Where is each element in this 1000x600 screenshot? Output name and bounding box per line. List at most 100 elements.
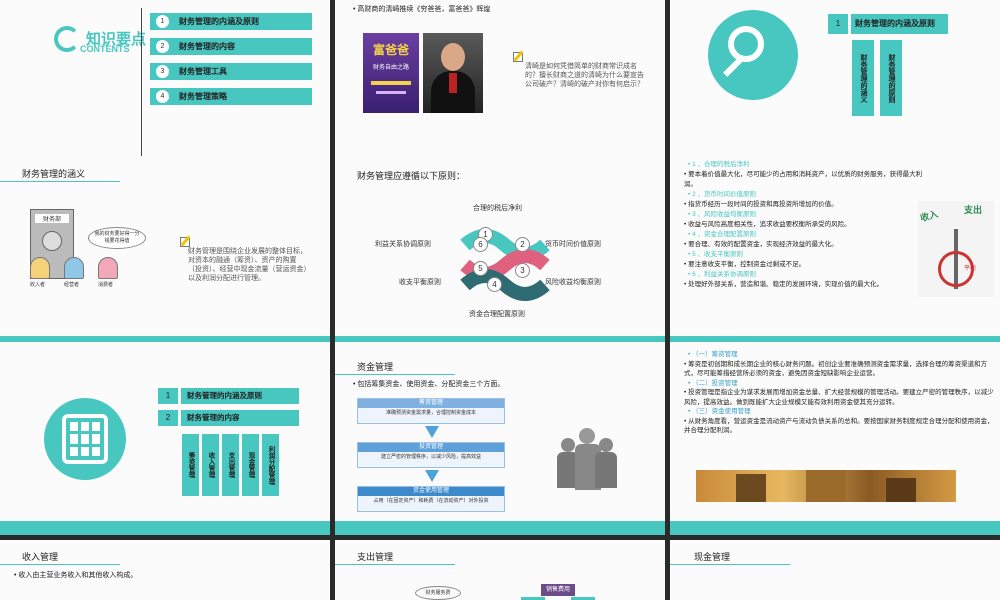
person-label: 消费者	[98, 282, 114, 288]
line-text: 2 、货币时间价值原则	[692, 191, 757, 198]
line-text: 要注意收支平衡，控制资金过剩或不足。	[688, 261, 806, 268]
section-number: 1	[158, 388, 178, 404]
sub-col-principles[interactable]: 财务管理的原则	[880, 40, 902, 116]
slide-fund-management[interactable]: 资金管理 • 包括筹集资金、使用资金、分配资金三个方面。 筹资管理 准确预测资金需…	[335, 342, 665, 535]
section-number: 1	[828, 14, 848, 34]
book-subtitle: 财务自由之路	[372, 65, 409, 71]
slide-title: 财务管理的涵义	[22, 169, 86, 179]
principle-heading: • 4 、资金合理配置原则	[688, 231, 757, 238]
contents-item[interactable]: 3 财务管理工具	[150, 63, 312, 80]
slide-section-2[interactable]: 1 财务管理的内涵及原则 2 财务管理的内容筹资管理 收入管理 支出管理 现金管理 利润分配管…	[0, 342, 330, 535]
city-photo	[696, 470, 956, 502]
line-text: 1 、合理的税后净利	[692, 161, 750, 168]
contents-item[interactable]: 1 财务管理的内涵及原则	[150, 13, 312, 30]
title-underline	[335, 374, 455, 375]
slide-title: 现金管理	[694, 552, 731, 562]
principle-label: 货币时间价值原则	[545, 241, 601, 248]
flow-box-body: 占用（在固定资产）和耗费（在流动资产）对外投资	[373, 498, 489, 504]
principle-number: 6	[473, 237, 488, 252]
principle-heading: • 1 、合理的税后净利	[688, 161, 750, 168]
bullet-text: 收入由主营业务收入和其他收入构成。	[18, 572, 138, 579]
people-figures-image	[557, 420, 617, 490]
note-icon	[180, 235, 191, 247]
bullet-text: 高财商的清崎推续《穷爸爸，富爸爸》辉煌	[357, 6, 491, 13]
fund-heading: • （二）投资管理	[688, 379, 738, 387]
principle-label: 收支平衡原则	[399, 279, 441, 286]
slide-fund-detail[interactable]: • （一）筹资管理 • 筹资是初创期和成长期企业的核心财务问题。初创企业要准确预测…	[670, 342, 1000, 535]
line-text: 6 、利益关系协调原则	[692, 271, 757, 278]
principle-label: 风险收益均衡原则	[545, 279, 601, 286]
principle-text: • 要注意收支平衡，控制资金过剩或不足。	[684, 261, 806, 268]
sub-col-meaning[interactable]: 财务管理的涵义	[852, 40, 874, 116]
line-text: 3 、风险收益均衡原则	[692, 211, 757, 218]
contents-item[interactable]: 2 财务管理的内容	[150, 38, 312, 55]
search-icon	[708, 10, 798, 100]
slide-bullet: • 收入由主营业务收入和其他收入构成。	[14, 572, 138, 579]
slide-principles-diagram[interactable]: 财务管理应遵循以下原则： 1 合理的税后净利 2 货币时间价值原则 3 风险收益均衡原则 4…	[335, 157, 665, 350]
flow-box-body: 建立严密的管理秩序，以减少风险，提高效益	[380, 454, 481, 460]
contents-divider	[141, 8, 142, 156]
person-label: 收入者	[30, 282, 46, 288]
section-title[interactable]: 财务管理的内涵及原则	[181, 388, 299, 404]
principle-heading: • 2 、货币时间价值原则	[688, 191, 757, 198]
slide-title: 支出管理	[357, 552, 394, 562]
flow-box-heading: 投资管理	[358, 443, 504, 452]
principle-heading: • 6 、利益关系协调原则	[688, 271, 757, 278]
line-text: 投资管理是指企业为谋求发展而增加资金总量、扩大经营规模的管理活动。要建立严密的管…	[684, 389, 994, 406]
expense-label: 支出	[964, 205, 983, 215]
section-title[interactable]: 财务管理的内容	[181, 410, 299, 426]
content-column[interactable]: 利润分配管理	[262, 434, 279, 496]
content-column[interactable]: 筹资管理	[182, 434, 199, 496]
line-text: 4 、资金合理配置原则	[692, 231, 757, 238]
principle-text: • 指货币经历一段时间的投资和再投资所增加的价值。	[684, 201, 838, 208]
content-column[interactable]: 支出管理	[222, 434, 239, 496]
flow-box-heading: 资金使用管理	[358, 487, 504, 496]
fund-text: • 筹资是初创期和成长期企业的核心财务问题。初创企业要准确预测资金需求量，选择合…	[684, 360, 988, 378]
item-label: 财务管理策略	[179, 92, 227, 101]
logo-subtitle: CONTENTS	[80, 44, 130, 54]
cartoon-person	[30, 257, 50, 279]
bullet-text: 包括筹集资金、使用资金、分配资金三个方面。	[357, 381, 505, 388]
principle-text: • 要本着价值最大化，尽可能少的占用和消耗资产，以优质的财务服务，获得最大利润。	[684, 171, 923, 188]
title-underline	[0, 564, 120, 565]
flow-box: 筹资管理 准确预测资金需求量，合理控制资金成本	[357, 398, 505, 424]
item-number: 2	[156, 40, 169, 53]
slide-expense[interactable]: 支出管理 财务服务费 销售费用	[335, 540, 665, 600]
contents-logo: 知识要点 CONTENTS	[54, 26, 146, 56]
slide-cash[interactable]: 现金管理	[670, 540, 1000, 600]
title-underline	[670, 564, 790, 565]
income-label: 收入	[919, 208, 940, 224]
expense-node: 销售费用	[541, 584, 575, 596]
line-text: 要本着价值最大化，尽可能少的占用和消耗资产，以优质的财务服务，获得最大利润。	[684, 171, 923, 188]
slide-meaning[interactable]: 财务管理的涵义 财务部 我的财务要好得一分钱要花得值 收入者 经营者 消费者 财务管…	[0, 157, 330, 350]
book-title: 富爸爸	[372, 43, 409, 57]
principle-label: 合理的税后净利	[473, 205, 522, 212]
line-text: 指货币经历一段时间的投资和再投资所增加的价值。	[688, 201, 838, 208]
cartoon-bubble: 财务服务费	[415, 586, 461, 600]
bottom-band	[335, 521, 665, 535]
slide-income[interactable]: 收入管理 • 收入由主营业务收入和其他收入构成。	[0, 540, 330, 600]
principle-heading: • 3 、风险收益均衡原则	[688, 211, 757, 218]
line-text: 从财务角度看，营运资金是流动资产与流动负债关系的总和。要按国家财务制度规定合理分…	[684, 417, 994, 435]
contents-item[interactable]: 4 财务管理策略	[150, 88, 312, 105]
down-arrow-icon	[425, 426, 439, 438]
balance-scale-image: 收入 支出 平衡	[918, 201, 994, 297]
principle-text: • 要合理、有效的配置资金，实现经济效益的最大化。	[684, 241, 838, 248]
bottom-band	[670, 521, 1000, 535]
slide-principles-detail[interactable]: • 1 、合理的税后净利 • 要本着价值最大化，尽可能少的占用和消耗资产，以优质的…	[670, 157, 1000, 350]
content-column[interactable]: 收入管理	[202, 434, 219, 496]
author-photo	[423, 33, 483, 113]
section-number: 2	[158, 410, 178, 426]
meaning-text: 财务管理是围绕企业发展的整体目标，对资本的融通（筹资）、资产的购置（投资）、经营…	[188, 248, 307, 282]
balance-label: 平衡	[964, 266, 977, 272]
principle-heading: • 5 、收支平衡原则	[688, 251, 744, 258]
content-column[interactable]: 现金管理	[242, 434, 259, 496]
line-text: 筹资是初创期和成长期企业的核心财务问题。初创企业要准确预测资金需求量，选择合理的…	[684, 360, 988, 378]
note-icon	[513, 50, 524, 62]
cartoon-person	[64, 257, 84, 279]
line-text: 收益与风险高度相关性，追求收益要权衡所承受的风险。	[688, 221, 851, 228]
item-label: 财务管理的内涵及原则	[179, 17, 259, 26]
slide-title: 财务管理应遵循以下原则：	[357, 171, 466, 181]
item-number: 3	[156, 65, 169, 78]
speech-bubble: 我的财务要好得一分钱要花得值	[88, 227, 146, 249]
